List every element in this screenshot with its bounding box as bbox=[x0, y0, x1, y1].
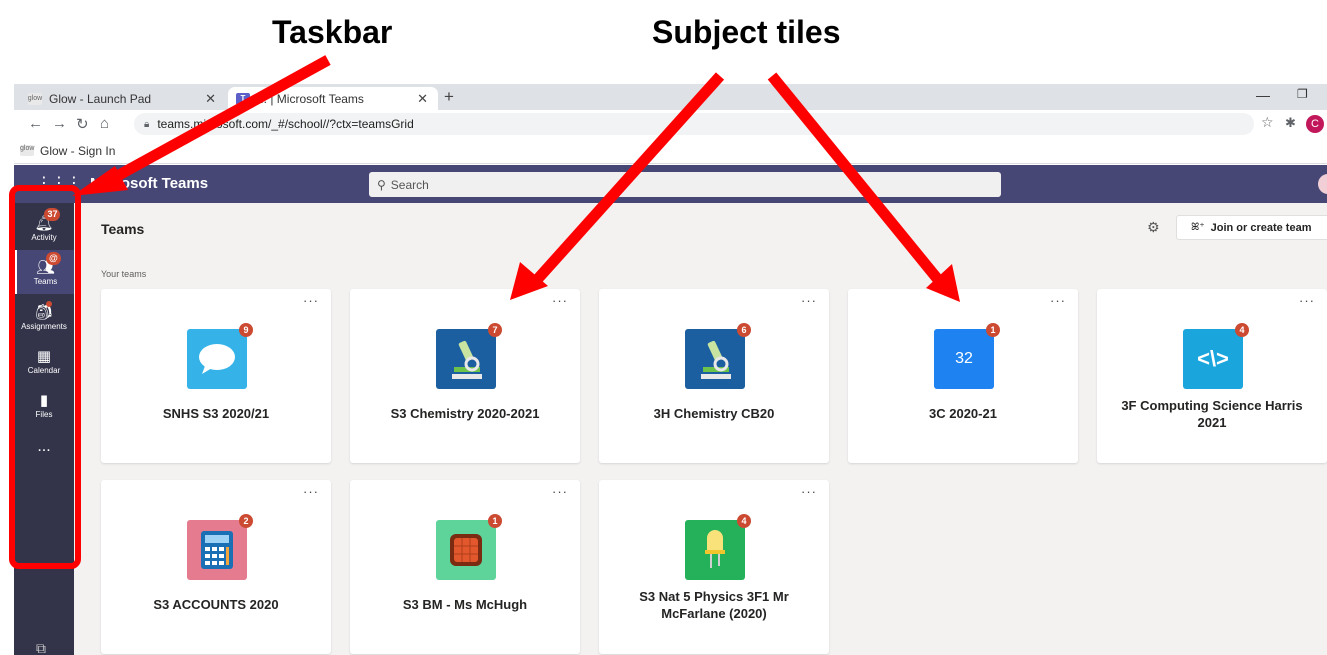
annotation-arrows bbox=[72, 55, 960, 302]
subject-arrow-right-shaft bbox=[767, 72, 945, 286]
subject-arrow-left-shaft bbox=[530, 72, 725, 286]
taskbar-arrow-shaft bbox=[107, 55, 331, 185]
